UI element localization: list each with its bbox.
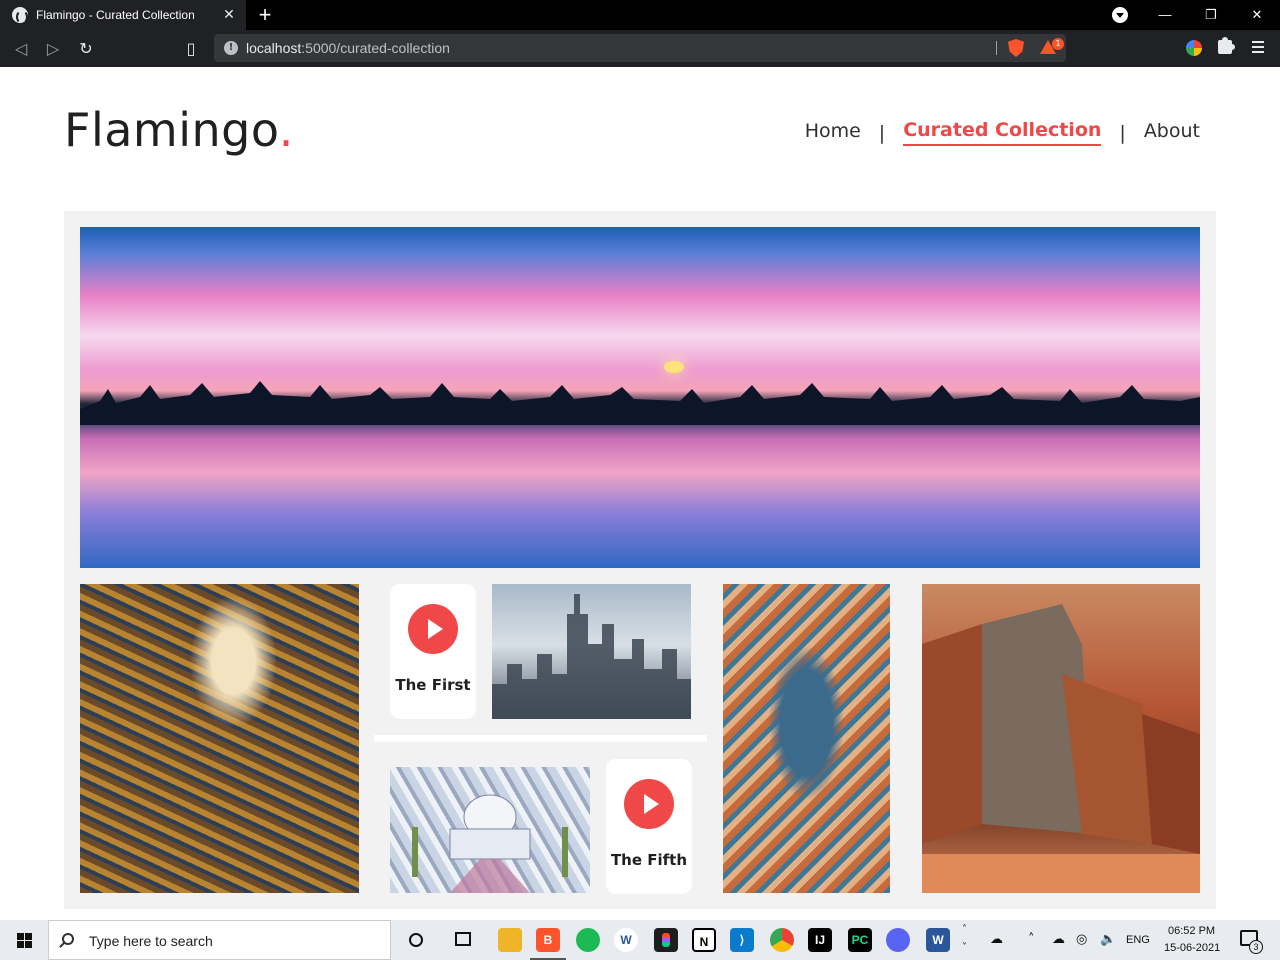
brave-icon[interactable]: B [536,928,560,952]
play-card-first[interactable]: The First [390,584,476,719]
artwork-taj-mahal[interactable] [390,767,590,893]
minimize-button[interactable]: — [1142,0,1188,30]
rewards-badge: 1 [1052,38,1064,50]
start-button[interactable] [0,920,48,960]
weather-icon[interactable]: ☁ [990,932,1003,947]
taskbar-search[interactable]: Type here to search [48,920,391,960]
search-icon [62,933,74,945]
play-card-label: The Fifth [610,851,688,869]
play-icon[interactable] [408,604,458,654]
globe-icon [12,7,28,24]
chrome-icon[interactable] [770,928,794,952]
browser-menu-icon[interactable] [1252,41,1264,53]
treeline-silhouette [80,381,1200,425]
language-indicator[interactable]: ENG [1126,934,1150,946]
intellij-icon[interactable]: IJ [808,928,832,952]
hero-artwork-lake-sunset[interactable] [80,227,1200,568]
reload-icon[interactable]: ↻ [75,38,97,60]
dome-shape [412,794,568,893]
extensions-icon[interactable] [1218,37,1235,54]
artwork-modern-building[interactable] [922,584,1200,893]
word-icon[interactable]: W [926,928,950,952]
show-hidden-icons[interactable]: ˄ [1028,932,1035,947]
skyline-shape [492,594,691,719]
clock-time[interactable]: 06:52 PM [1168,925,1215,937]
figma-icon[interactable] [654,928,678,952]
tab-title: Flamingo - Curated Collection [36,8,195,22]
main-nav: Home | Curated Collection | About [805,119,1200,146]
nav-home[interactable]: Home [805,120,861,145]
forward-icon[interactable]: ▷ [42,38,64,60]
notification-badge: 3 [1249,940,1263,954]
address-bar[interactable]: ! localhost:5000/curated-collection 1 [214,34,1066,62]
discord-icon[interactable] [886,928,910,952]
gallery-divider [374,735,707,742]
url-text[interactable]: localhost:5000/curated-collection [246,40,450,56]
artwork-girl-portrait[interactable] [80,584,359,893]
cortana-icon[interactable] [409,933,423,947]
network-icon[interactable]: ◎ [1076,932,1087,947]
play-card-label: The First [395,676,471,694]
sun-shape [664,361,684,373]
chevron-down-icon[interactable]: ˅ [962,942,967,953]
tab-search-icon[interactable] [1112,7,1128,23]
browser-toolbar: ◁ ▷ ↻ ▯ ! localhost:5000/curated-collect… [0,30,1280,67]
site-logo[interactable]: Flamingo. [64,103,294,157]
nav-separator: | [878,121,886,144]
clock-date[interactable]: 15-06-2021 [1164,942,1220,954]
back-icon[interactable]: ◁ [10,38,32,60]
spotify-icon[interactable] [576,928,600,952]
brave-shields-icon[interactable] [1008,39,1024,57]
tab-close-icon[interactable]: ✕ [220,6,238,24]
nav-separator: | [1119,121,1126,144]
artwork-city-skyline[interactable] [492,584,691,719]
site-info-icon[interactable]: ! [224,41,238,55]
pycharm-icon[interactable]: PC [848,928,872,952]
close-window-button[interactable]: ✕ [1234,0,1280,30]
play-icon[interactable] [624,779,674,829]
onedrive-icon[interactable]: ☁ [1052,932,1065,947]
maximize-button[interactable]: ❐ [1188,0,1234,30]
curated-gallery: The First The Fifth [64,211,1216,909]
search-placeholder: Type here to search [89,933,213,949]
volume-icon[interactable]: 🔈 [1100,932,1116,947]
building-shape [922,604,1200,893]
bookmark-icon[interactable]: ▯ [180,38,202,60]
browser-tab[interactable]: Flamingo - Curated Collection ✕ [0,0,246,30]
task-view-icon[interactable] [455,932,471,946]
play-card-fifth[interactable]: The Fifth [606,759,692,894]
new-tab-button[interactable]: + [254,2,276,28]
windows-taskbar: Type here to search B W N ⟩ IJ PC W ˄ ˅ … [0,920,1280,960]
file-explorer-icon[interactable] [498,928,522,952]
url-divider [996,41,997,55]
artwork-abstract-face[interactable] [723,584,890,893]
windows-logo-icon [17,933,32,948]
word-online-icon[interactable]: W [614,928,638,952]
notion-icon[interactable]: N [692,928,716,952]
chevron-up-icon[interactable]: ˄ [962,924,967,935]
color-extension-icon[interactable] [1186,40,1202,56]
browser-tab-bar: Flamingo - Curated Collection ✕ + — ❐ ✕ [0,0,1280,30]
nav-curated-collection[interactable]: Curated Collection [903,119,1102,146]
vscode-icon[interactable]: ⟩ [730,928,754,952]
web-page: Flamingo. Home | Curated Collection | Ab… [0,67,1280,920]
nav-about[interactable]: About [1144,120,1200,145]
